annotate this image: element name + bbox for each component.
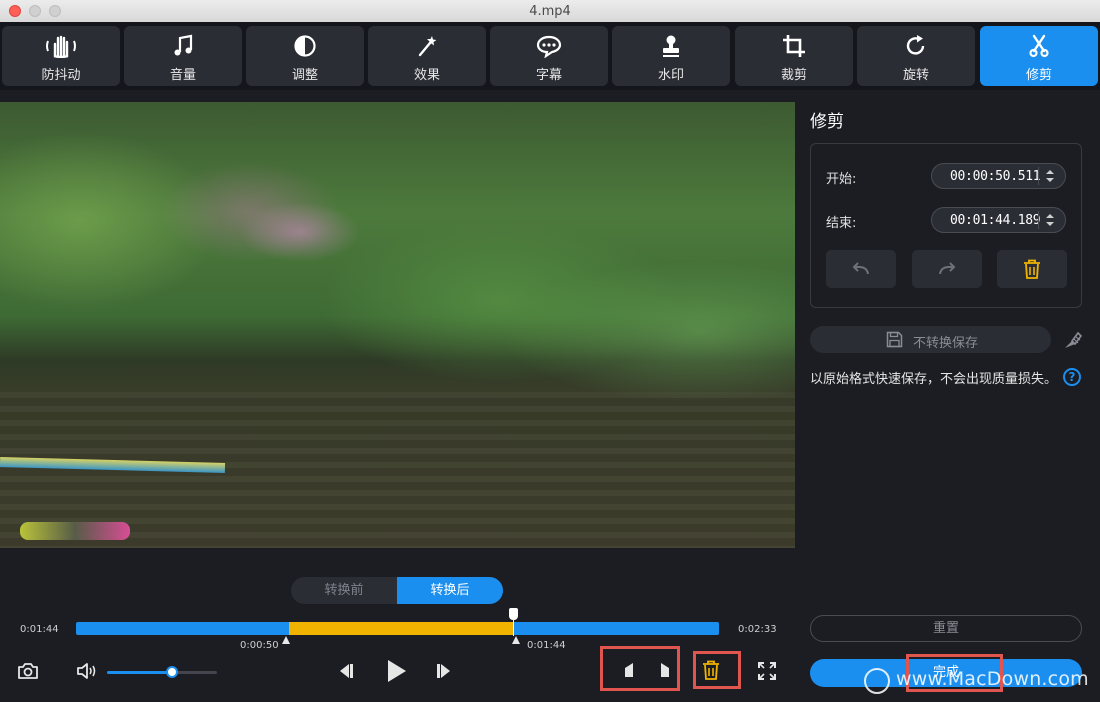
delete-segment-button[interactable] xyxy=(997,250,1067,288)
volume-slider-fill xyxy=(107,671,172,674)
timeline-selection[interactable] xyxy=(288,622,514,635)
tool-crop[interactable]: 裁剪 xyxy=(735,26,853,86)
set-end-icon[interactable] xyxy=(657,661,673,679)
save-disk-icon xyxy=(886,331,903,352)
save-description: 以原始格式快速保存，不会出现质量损失。 xyxy=(810,372,1058,387)
tool-watermark-label: 水印 xyxy=(657,68,684,83)
watermark-text: www.MacDown.com xyxy=(896,668,1089,690)
watermark-logo xyxy=(864,668,890,694)
tool-crop-label: 裁剪 xyxy=(780,68,807,83)
volume-slider[interactable] xyxy=(107,666,217,678)
magic-wand-icon xyxy=(368,34,486,58)
tool-volume-label: 音量 xyxy=(169,68,196,83)
tab-after-conversion[interactable]: 转换后 xyxy=(397,577,503,604)
music-note-icon xyxy=(124,34,242,58)
tool-trim-label: 修剪 xyxy=(1025,68,1052,83)
start-time-stepper[interactable] xyxy=(1046,168,1055,184)
delete-icon[interactable] xyxy=(700,659,722,681)
hand-stabilize-icon xyxy=(2,34,120,58)
redo-button[interactable] xyxy=(912,250,982,288)
volume-slider-knob[interactable] xyxy=(165,666,178,678)
crop-icon xyxy=(735,34,853,58)
trash-icon xyxy=(1024,259,1040,279)
scissors-icon xyxy=(980,34,1098,58)
contrast-icon xyxy=(246,34,364,58)
help-icon[interactable]: ? xyxy=(1063,368,1081,386)
tool-subtitle[interactable]: 字幕 xyxy=(490,26,608,86)
tool-effect[interactable]: 效果 xyxy=(368,26,486,86)
tool-volume[interactable]: 音量 xyxy=(124,26,242,86)
start-time-label: 开始: xyxy=(826,172,857,187)
tool-rotate-label: 旋转 xyxy=(902,68,929,83)
stamp-icon xyxy=(612,34,730,58)
undo-icon xyxy=(852,262,869,275)
video-preview[interactable] xyxy=(0,102,795,548)
tool-watermark[interactable]: 水印 xyxy=(612,26,730,86)
next-frame-icon[interactable] xyxy=(434,660,456,682)
trim-start-marker-label: 0:00:50 xyxy=(240,640,279,651)
play-icon[interactable] xyxy=(383,657,409,685)
edit-toolbar: 防抖动 音量 调整 效果 字幕 水印 裁剪 旋转 修剪 xyxy=(0,22,1100,90)
camera-icon[interactable] xyxy=(16,659,40,683)
tool-stabilize-label: 防抖动 xyxy=(41,68,81,83)
previous-frame-icon[interactable] xyxy=(334,660,356,682)
video-object-toy xyxy=(20,522,130,540)
playhead[interactable] xyxy=(509,608,518,636)
set-start-icon[interactable] xyxy=(621,661,637,679)
tool-adjust-label: 调整 xyxy=(291,68,318,83)
end-time-field[interactable]: 00:01:44.189 xyxy=(931,207,1066,233)
timeline-track[interactable] xyxy=(76,622,719,635)
tool-stabilize[interactable]: 防抖动 xyxy=(2,26,120,86)
end-time-stepper[interactable] xyxy=(1046,212,1055,228)
start-time-value: 00:00:50.511 xyxy=(950,169,1041,184)
start-time-field[interactable]: 00:00:50.511 xyxy=(931,163,1066,189)
save-without-conversion-label: 不转换保存 xyxy=(913,336,979,351)
window-title: 4.mp4 xyxy=(529,4,571,19)
timeline-total-time: 0:02:33 xyxy=(738,624,777,635)
tab-before-conversion[interactable]: 转换前 xyxy=(291,577,397,604)
end-time-label: 结束: xyxy=(826,216,857,231)
timeline-current-time: 0:01:44 xyxy=(20,624,59,635)
speech-bubble-icon xyxy=(490,34,608,58)
redo-icon xyxy=(939,262,956,275)
panel-title: 修剪 xyxy=(810,112,844,132)
end-time-value: 00:01:44.189 xyxy=(950,213,1041,228)
trim-end-handle[interactable] xyxy=(512,636,520,644)
trim-end-marker-label: 0:01:44 xyxy=(527,640,566,651)
brush-icon[interactable] xyxy=(1063,330,1083,354)
reset-button[interactable]: 重置 xyxy=(810,615,1082,642)
tool-rotate[interactable]: 旋转 xyxy=(857,26,975,86)
tool-adjust[interactable]: 调整 xyxy=(246,26,364,86)
speaker-icon[interactable] xyxy=(75,660,99,682)
rotate-icon xyxy=(857,34,975,58)
tool-subtitle-label: 字幕 xyxy=(535,68,562,83)
save-without-conversion-button[interactable]: 不转换保存 xyxy=(810,326,1051,353)
undo-button[interactable] xyxy=(826,250,896,288)
tool-trim[interactable]: 修剪 xyxy=(980,26,1098,86)
tool-effect-label: 效果 xyxy=(413,68,440,83)
preview-toggle: 转换前 转换后 xyxy=(291,577,503,604)
title-bar: 4.mp4 xyxy=(0,0,1100,23)
trim-start-handle[interactable] xyxy=(282,636,290,644)
fullscreen-icon[interactable] xyxy=(756,660,778,682)
